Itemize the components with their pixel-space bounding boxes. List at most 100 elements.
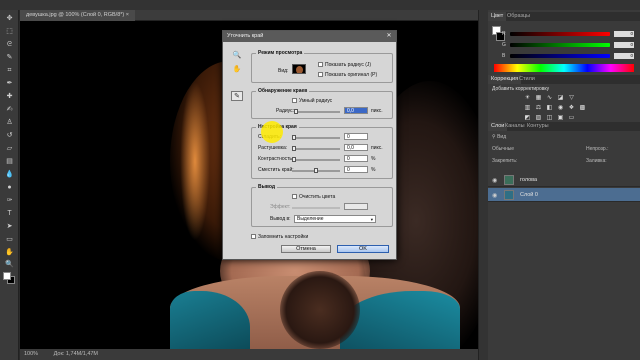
decontaminate-label: Очистить цвета [299, 194, 336, 200]
path-select-tool-icon[interactable]: ➤ [4, 222, 15, 232]
feather-field[interactable]: 0,0 [344, 144, 368, 151]
healing-tool-icon[interactable]: ✚ [4, 92, 15, 102]
move-tool-icon[interactable]: ✥ [4, 14, 15, 24]
color-g-value[interactable]: 0 [614, 42, 634, 48]
blend-mode-select[interactable]: Обычные [492, 146, 514, 152]
layer-row-selected[interactable]: ◉ Слой 0 [488, 188, 640, 202]
doc-size-readout: Док: 1,74M/1,47M [53, 351, 99, 357]
color-r-label: R [502, 31, 506, 37]
radius-label: Радиус: [276, 108, 294, 114]
photo-hair-glow [180, 81, 210, 241]
layers-filter-row[interactable]: ⚲ Вид [492, 134, 636, 142]
close-icon[interactable]: ✕ [385, 32, 393, 40]
eyedropper-tool-icon[interactable]: ✒ [4, 79, 15, 89]
smart-radius-checkbox[interactable] [292, 98, 297, 103]
photo-filter-icon[interactable]: ◉ [556, 104, 565, 112]
gradient-map-icon[interactable]: ▭ [567, 114, 576, 122]
cancel-button[interactable]: Отмена [281, 245, 331, 253]
crop-tool-icon[interactable]: ⌗ [4, 66, 15, 76]
levels-icon[interactable]: ▦ [534, 94, 543, 102]
color-r-slider[interactable] [510, 32, 610, 36]
color-balance-icon[interactable]: ⚖ [534, 104, 543, 112]
gradient-tool-icon[interactable]: ▤ [4, 157, 15, 167]
channel-mixer-icon[interactable]: ❖ [567, 104, 576, 112]
zoom-icon[interactable]: 🔍 [231, 51, 243, 61]
history-brush-tool-icon[interactable]: ↺ [4, 131, 15, 141]
quick-select-tool-icon[interactable]: ✎ [4, 53, 15, 63]
threshold-icon[interactable]: ◫ [545, 114, 554, 122]
color-panel-tabs: Цвет Образцы [488, 12, 640, 21]
dodge-tool-icon[interactable]: ● [4, 183, 15, 193]
posterize-icon[interactable]: ▨ [534, 114, 543, 122]
tab-swatches[interactable]: Образцы [504, 12, 533, 21]
smooth-slider-knob[interactable] [292, 135, 296, 140]
contrast-field[interactable]: 0 [344, 155, 368, 162]
remember-settings-label: Запомнить настройки [258, 234, 309, 240]
radius-slider-knob[interactable] [294, 109, 298, 114]
black-white-icon[interactable]: ◧ [545, 104, 554, 112]
show-radius-checkbox[interactable] [318, 62, 323, 67]
amount-field [344, 203, 368, 210]
ok-button[interactable]: OK [337, 245, 389, 253]
cursor-highlight [261, 121, 283, 143]
document-tab[interactable]: девушка.jpg @ 100% (Слой 0, RGB/8*) × [20, 10, 135, 21]
feather-label: Растушевка: [258, 145, 288, 151]
smooth-field[interactable]: 0 [344, 133, 368, 140]
brightness-icon[interactable]: ☀ [523, 94, 532, 102]
hand-icon[interactable]: ✋ [231, 65, 243, 75]
color-r-value[interactable]: 0 [614, 31, 634, 37]
radius-field[interactable]: 0,0 [344, 107, 368, 114]
pen-tool-icon[interactable]: ✑ [4, 196, 15, 206]
eraser-tool-icon[interactable]: ▱ [4, 144, 15, 154]
blur-tool-icon[interactable]: 💧 [4, 170, 15, 180]
refine-radius-brush-icon[interactable]: ✎ [231, 91, 243, 101]
hue-sat-icon[interactable]: ▥ [523, 104, 532, 112]
clone-stamp-tool-icon[interactable]: ♙ [4, 118, 15, 128]
color-lookup-icon[interactable]: ▩ [578, 104, 587, 112]
color-g-slider[interactable] [510, 43, 610, 47]
output-title: Вывод [256, 184, 278, 190]
shape-tool-icon[interactable]: ▭ [4, 235, 15, 245]
layer-name: Слой 0 [520, 192, 538, 198]
contrast-slider[interactable] [292, 157, 340, 162]
layer-name: голова [520, 177, 538, 183]
shift-edge-slider-knob[interactable] [314, 168, 318, 173]
zoom-tool-icon[interactable]: 🔍 [4, 260, 15, 270]
view-preview-dropdown[interactable] [292, 64, 306, 74]
output-to-value: Выделение [297, 216, 324, 222]
marquee-tool-icon[interactable]: ⬚ [4, 27, 15, 37]
feather-slider-knob[interactable] [292, 146, 296, 151]
invert-icon[interactable]: ◩ [523, 114, 532, 122]
exposure-icon[interactable]: ◪ [556, 94, 565, 102]
visibility-eye-icon[interactable]: ◉ [492, 177, 497, 184]
decontaminate-checkbox[interactable] [292, 194, 297, 199]
feather-slider[interactable] [292, 146, 340, 151]
contrast-slider-knob[interactable] [292, 157, 296, 162]
shift-edge-field[interactable]: 0 [344, 166, 368, 173]
color-b-value[interactable]: 0 [614, 53, 634, 59]
zoom-readout[interactable]: 100% [24, 351, 38, 357]
remember-settings-checkbox[interactable] [251, 234, 256, 239]
output-to-select[interactable]: Выделение ▾ [294, 215, 376, 223]
color-b-slider[interactable] [510, 54, 610, 58]
brush-tool-icon[interactable]: ✍ [4, 105, 15, 115]
vibrance-icon[interactable]: ▽ [567, 94, 576, 102]
foreground-color-swatch[interactable] [3, 272, 11, 280]
smooth-slider[interactable] [292, 135, 340, 140]
selective-color-icon[interactable]: ▣ [556, 114, 565, 122]
show-original-label: Показать оригинал (P) [325, 72, 378, 78]
color-spectrum[interactable] [494, 64, 634, 72]
show-original-checkbox[interactable] [318, 72, 323, 77]
curves-icon[interactable]: ∿ [545, 94, 554, 102]
color-b-label: B [502, 53, 506, 59]
radius-slider[interactable] [294, 109, 340, 114]
shift-edge-slider[interactable] [292, 168, 340, 173]
lock-row: Закрепить: Заливка: [492, 158, 636, 166]
visibility-eye-icon[interactable]: ◉ [492, 192, 497, 199]
layer-row[interactable]: ◉ голова [488, 173, 640, 187]
lasso-tool-icon[interactable]: ᘓ [4, 40, 15, 50]
type-tool-icon[interactable]: T [4, 209, 15, 219]
tab-paths[interactable]: Контуры [524, 122, 552, 131]
hand-tool-icon[interactable]: ✋ [4, 248, 15, 258]
tab-styles[interactable]: Стили [516, 75, 538, 84]
